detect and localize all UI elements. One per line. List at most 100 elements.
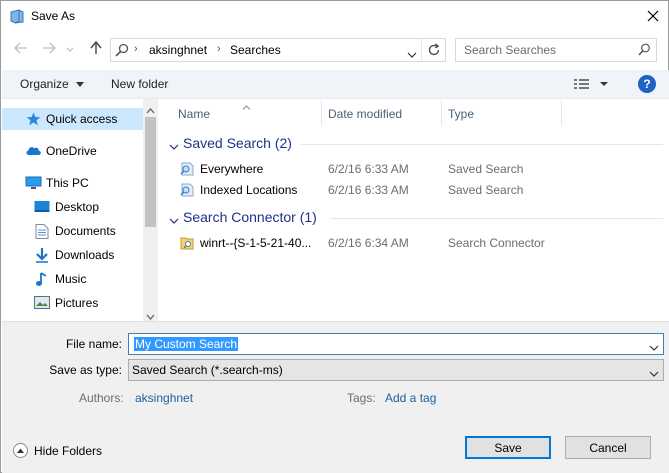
file-name: winrt--{S-1-5-21-40... [200,236,312,250]
address-bar[interactable]: › aksinghnet › Searches [110,38,446,62]
save-as-app-icon [10,9,24,24]
organize-label: Organize [20,77,69,91]
back-button[interactable] [11,39,31,59]
recent-locations-button[interactable] [63,39,77,59]
desktop-folder-icon [34,200,50,214]
file-date-modified: 6/2/16 6:33 AM [328,183,409,197]
close-button[interactable] [639,5,667,29]
save-as-type-label: Save as type: [49,363,122,377]
nav-pane-scrollbar[interactable] [143,99,158,321]
star-icon [26,112,41,126]
nav-item-quick-access[interactable]: Quick access [2,108,144,130]
column-divider[interactable] [561,101,562,125]
search-location-icon [115,43,129,60]
save-as-type-dropdown-icon[interactable] [649,366,659,380]
scroll-thumb[interactable] [145,117,156,227]
forward-button[interactable] [39,39,59,59]
column-divider[interactable] [441,101,442,125]
group-divider-line [301,144,663,145]
nav-item-label: Desktop [55,200,100,214]
scroll-up-arrow-icon[interactable] [146,103,155,117]
save-as-dialog: Save As › aksinghnet › Searches Search S… [0,0,669,473]
nav-item-downloads[interactable]: Downloads [2,244,144,266]
computer-icon [25,176,42,190]
nav-item-label: Pictures [55,296,99,310]
breadcrumb-segment[interactable]: Searches [230,43,281,57]
authors-value[interactable]: aksinghnet [135,391,193,405]
column-header-date-modified[interactable]: Date modified [328,107,402,121]
file-type: Saved Search [448,183,524,197]
hide-folders-button[interactable]: Hide Folders [13,441,103,461]
save-as-type-select[interactable]: Saved Search (*.search-ms) [128,359,664,381]
save-options-panel: File name: My Custom Search Save as type… [2,321,669,473]
collapse-up-icon [13,443,28,458]
address-divider [421,39,422,61]
saved-search-icon [179,182,195,198]
breadcrumb-separator: › [217,43,221,55]
file-name-field[interactable]: My Custom Search [128,333,664,355]
file-date-modified: 6/2/16 6:34 AM [328,236,409,250]
saved-search-icon [179,161,195,177]
documents-folder-icon [35,224,50,239]
search-placeholder: Search Searches [464,43,557,57]
organize-menu[interactable]: Organize [20,77,85,91]
save-as-type-value: Saved Search (*.search-ms) [132,363,283,377]
tags-value[interactable]: Add a tag [385,391,436,405]
nav-item-documents[interactable]: Documents [2,220,144,242]
search-connector-icon [179,235,195,251]
nav-item-this-pc[interactable]: This PC [2,172,144,194]
hide-folders-label: Hide Folders [34,444,103,458]
sort-ascending-icon [242,99,251,113]
title-bar: Save As [1,1,668,32]
list-item[interactable]: winrt--{S-1-5-21-40... 6/2/16 6:34 AM Se… [179,233,579,253]
up-button[interactable] [86,39,106,59]
cancel-button[interactable]: Cancel [565,436,651,459]
column-header-name[interactable]: Name [178,107,210,121]
file-type: Saved Search [448,162,524,176]
search-icon[interactable] [638,43,651,59]
view-options-icon[interactable] [574,78,608,93]
forward-arrow-icon [42,42,56,57]
nav-item-label: Quick access [46,112,118,126]
group-collapse-icon[interactable] [169,139,179,153]
nav-item-desktop[interactable]: Desktop [2,196,144,218]
help-button[interactable]: ? [638,75,656,93]
group-collapse-icon[interactable] [169,213,179,227]
list-item[interactable]: Indexed Locations 6/2/16 6:33 AM Saved S… [179,180,579,200]
nav-item-pictures[interactable]: Pictures [2,292,144,314]
new-folder-button[interactable]: New folder [111,77,168,91]
column-header-type[interactable]: Type [448,107,474,121]
nav-item-music[interactable]: Music [2,268,144,290]
nav-item-label: This PC [46,176,89,190]
file-name-label: File name: [65,337,122,351]
authors-label: Authors: [79,391,124,405]
file-list: Name Date modified Type Saved Search (2)… [159,99,669,321]
recent-locations-chevron-icon [66,42,74,56]
nav-item-label: Music [55,272,87,286]
file-name: Indexed Locations [200,183,298,197]
up-arrow-icon [90,40,102,58]
group-header-search-connector[interactable]: Search Connector (1) [183,209,317,225]
nav-item-label: Downloads [55,248,115,262]
list-item[interactable]: Everywhere 6/2/16 6:33 AM Saved Search [179,159,579,179]
window-title: Save As [31,9,76,23]
search-input[interactable]: Search Searches [455,38,657,62]
nav-item-label: OneDrive [46,144,97,158]
file-type: Search Connector [448,236,545,250]
downloads-folder-icon [35,248,50,263]
column-divider[interactable] [321,101,322,125]
breadcrumb-segment[interactable]: aksinghnet [149,43,207,57]
back-arrow-icon [14,42,28,57]
music-folder-icon [36,272,51,286]
nav-item-label: Documents [55,224,116,238]
file-name: Everywhere [200,162,264,176]
breadcrumb-separator: › [134,43,138,55]
address-dropdown-icon[interactable] [407,47,417,61]
save-button[interactable]: Save [465,436,551,459]
tags-label: Tags: [347,391,376,405]
file-name-dropdown-icon[interactable] [649,340,659,354]
organize-dropdown-icon [76,82,85,88]
group-header-saved-search[interactable]: Saved Search (2) [183,135,292,151]
refresh-icon[interactable] [427,43,441,60]
nav-item-onedrive[interactable]: OneDrive [2,140,144,162]
